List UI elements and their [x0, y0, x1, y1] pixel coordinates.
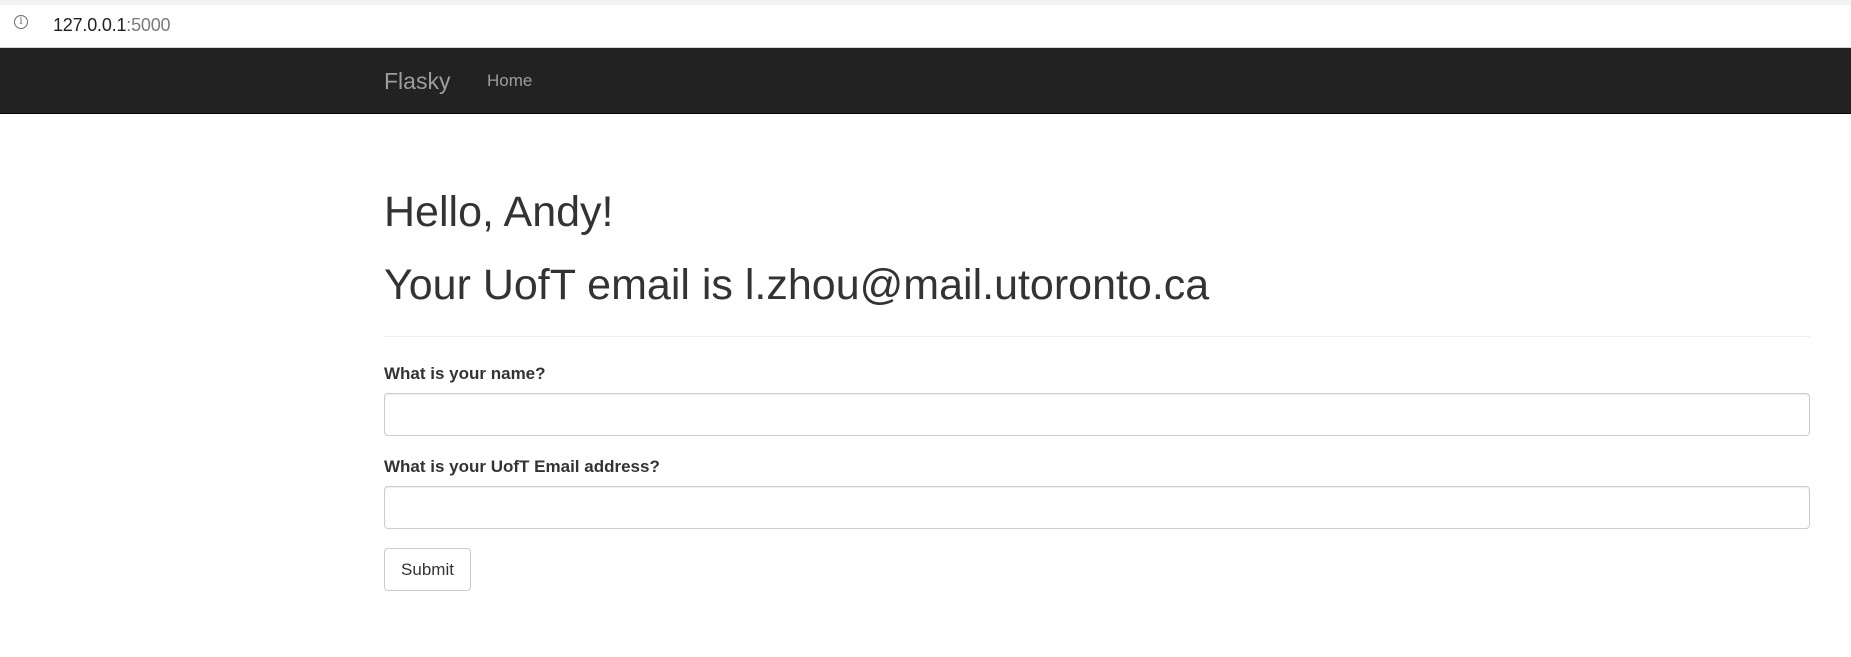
- info-icon[interactable]: i: [14, 15, 28, 29]
- name-field-label: What is your name?: [384, 364, 546, 383]
- email-field-label: What is your UofT Email address?: [384, 457, 660, 476]
- navbar: Flasky Home: [0, 48, 1851, 114]
- url-field[interactable]: 127.0.0.1:5000: [53, 14, 171, 36]
- browser-address-bar: i 127.0.0.1:5000: [0, 0, 1851, 48]
- email-heading: Your UofT email is l.zhou@mail.utoronto.…: [384, 261, 1210, 309]
- nav-item-home[interactable]: Home: [487, 70, 532, 92]
- greeting-heading: Hello, Andy!: [384, 188, 614, 236]
- navbar-brand-link[interactable]: Flasky: [384, 67, 450, 95]
- page-header-divider: [384, 336, 1810, 337]
- submit-button[interactable]: Submit: [384, 548, 471, 591]
- url-host: 127.0.0.1: [53, 15, 127, 35]
- url-port: :5000: [126, 15, 171, 35]
- email-input[interactable]: [384, 486, 1810, 529]
- name-input[interactable]: [384, 393, 1810, 436]
